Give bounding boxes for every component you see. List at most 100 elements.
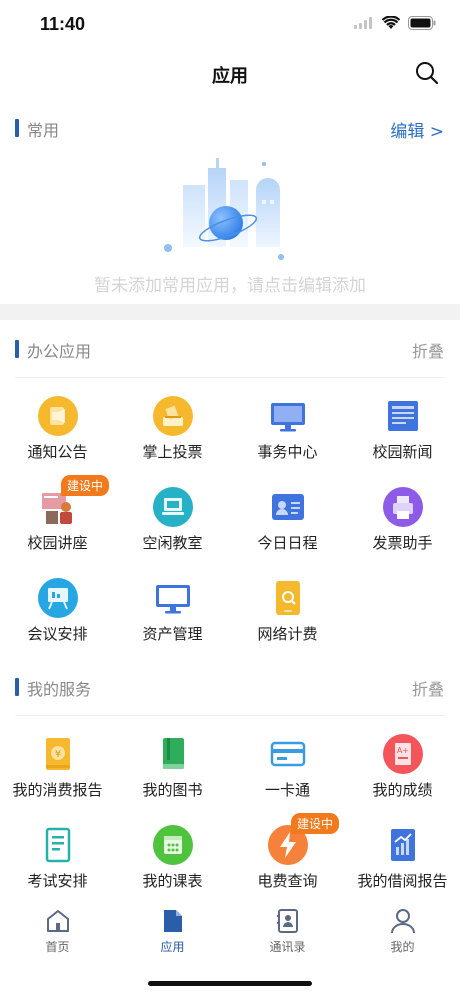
app-label: 我的消费报告 xyxy=(12,781,103,799)
under-construction-badge: 建设中 xyxy=(291,813,340,834)
section-marker xyxy=(15,340,19,358)
chart-book-icon xyxy=(391,829,415,861)
id-card-icon xyxy=(272,494,304,520)
tab-label: 应用 xyxy=(160,940,185,954)
grade-icon: A+ xyxy=(383,734,423,774)
app-label: 今日日程 xyxy=(257,534,318,552)
exam-doc-icon xyxy=(45,827,71,863)
office-app-grid: 通知公告 掌上投票 事务中心 校园新闻 建设中 校园讲座 空闲教室 今日日程 发… xyxy=(0,386,460,659)
office-section-header: 办公应用 折叠 xyxy=(0,331,460,367)
tab-contacts[interactable]: 通讯录 xyxy=(230,908,345,955)
apps-doc-icon xyxy=(163,910,182,932)
app-asset-management[interactable]: 资产管理 xyxy=(115,568,230,659)
app-label: 考试安排 xyxy=(27,872,88,890)
app-invoice-assistant[interactable]: 发票助手 xyxy=(345,477,460,568)
app-notice[interactable]: 通知公告 xyxy=(0,386,115,477)
app-electricity-query[interactable]: 建设中 电费查询 xyxy=(230,813,345,906)
home-indicator[interactable] xyxy=(148,981,312,986)
divider xyxy=(15,715,445,716)
office-collapse-button[interactable]: 折叠 xyxy=(412,338,444,362)
tab-label: 通讯录 xyxy=(269,940,306,954)
easel-icon xyxy=(38,578,78,618)
status-time: 11:40 xyxy=(40,14,86,34)
status-bar: 11:40 xyxy=(0,0,460,50)
office-section-title: 办公应用 xyxy=(27,342,92,361)
app-meeting-arrangement[interactable]: 会议安排 xyxy=(0,568,115,659)
page-title: 应用 xyxy=(212,66,248,87)
services-section-title: 我的服务 xyxy=(27,680,92,699)
calendar-icon xyxy=(153,825,193,865)
app-campus-news[interactable]: 校园新闻 xyxy=(345,386,460,477)
megaphone-icon xyxy=(38,396,78,436)
empty-city-illustration xyxy=(164,158,284,260)
app-borrowing-report[interactable]: 我的借阅报告 xyxy=(345,815,460,906)
app-label: 我的借阅报告 xyxy=(357,872,448,890)
phone-icon xyxy=(276,581,300,615)
common-section-title: 常用 xyxy=(27,121,60,140)
section-separator xyxy=(0,304,460,320)
app-label: 校园讲座 xyxy=(27,534,88,552)
app-label: 我的成绩 xyxy=(372,781,433,799)
svg-text:¥: ¥ xyxy=(55,749,61,760)
app-today-schedule[interactable]: 今日日程 xyxy=(230,477,345,568)
profile-icon xyxy=(390,909,415,934)
tab-label: 首页 xyxy=(45,940,70,954)
search-icon[interactable] xyxy=(414,60,440,86)
newspaper-icon xyxy=(388,401,418,431)
ballot-icon xyxy=(153,396,193,436)
app-vote[interactable]: 掌上投票 xyxy=(115,386,230,477)
app-label: 会议安排 xyxy=(27,625,88,643)
app-campus-card[interactable]: 一卡通 xyxy=(230,724,345,815)
battery-icon xyxy=(408,16,436,30)
app-label: 掌上投票 xyxy=(142,443,203,461)
nav-bar: 应用 xyxy=(0,52,460,96)
app-free-classroom[interactable]: 空闲教室 xyxy=(115,477,230,568)
app-label: 空闲教室 xyxy=(142,534,203,552)
services-app-grid: ¥ 我的消费报告 我的图书 一卡通 A+ 我的成绩 考试安排 我的课表 建设中 … xyxy=(0,724,460,906)
tab-label: 我的 xyxy=(390,940,415,954)
contacts-icon xyxy=(276,909,298,933)
common-section-header: 常用 编辑 > xyxy=(0,110,460,146)
signal-icon xyxy=(354,17,372,29)
section-marker xyxy=(15,119,19,137)
app-my-books[interactable]: 我的图书 xyxy=(115,724,230,815)
app-campus-lecture[interactable]: 建设中 校园讲座 xyxy=(0,475,115,568)
yuan-book-icon: ¥ xyxy=(46,738,70,770)
under-construction-badge: 建设中 xyxy=(61,475,110,496)
status-icons xyxy=(354,16,436,30)
app-label: 网络计费 xyxy=(257,625,318,643)
laptop-icon xyxy=(153,487,193,527)
app-label: 资产管理 xyxy=(142,625,203,643)
app-label: 电费查询 xyxy=(257,872,318,890)
app-my-grades[interactable]: A+ 我的成绩 xyxy=(345,724,460,815)
wifi-icon xyxy=(382,16,400,29)
tab-home[interactable]: 首页 xyxy=(0,908,115,955)
divider xyxy=(15,377,445,378)
app-label: 我的课表 xyxy=(142,872,203,890)
app-label: 事务中心 xyxy=(257,443,318,461)
svg-text:A+: A+ xyxy=(397,746,409,755)
home-icon xyxy=(46,910,69,932)
tab-apps[interactable]: 应用 xyxy=(115,908,230,955)
app-affairs-center[interactable]: 事务中心 xyxy=(230,386,345,477)
app-label: 发票助手 xyxy=(372,534,433,552)
edit-button[interactable]: 编辑 > xyxy=(390,117,444,142)
empty-hint: 暂未添加常用应用，请点击编辑添加 xyxy=(94,276,366,296)
app-my-timetable[interactable]: 我的课表 xyxy=(115,815,230,906)
desktop-icon xyxy=(156,585,190,614)
app-label: 校园新闻 xyxy=(372,443,433,461)
printer-icon xyxy=(383,487,423,527)
services-section-header: 我的服务 折叠 xyxy=(0,669,460,705)
services-collapse-button[interactable]: 折叠 xyxy=(412,676,444,700)
app-label: 通知公告 xyxy=(27,443,88,461)
card-icon xyxy=(270,741,306,767)
book-icon xyxy=(163,738,184,769)
app-consumption-report[interactable]: ¥ 我的消费报告 xyxy=(0,724,115,815)
app-label: 我的图书 xyxy=(142,781,203,799)
app-exam-schedule[interactable]: 考试安排 xyxy=(0,815,115,906)
section-marker xyxy=(15,678,19,696)
tab-profile[interactable]: 我的 xyxy=(345,908,460,955)
monitor-icon xyxy=(271,403,305,432)
app-network-billing[interactable]: 网络计费 xyxy=(230,568,345,659)
app-label: 一卡通 xyxy=(264,781,310,799)
